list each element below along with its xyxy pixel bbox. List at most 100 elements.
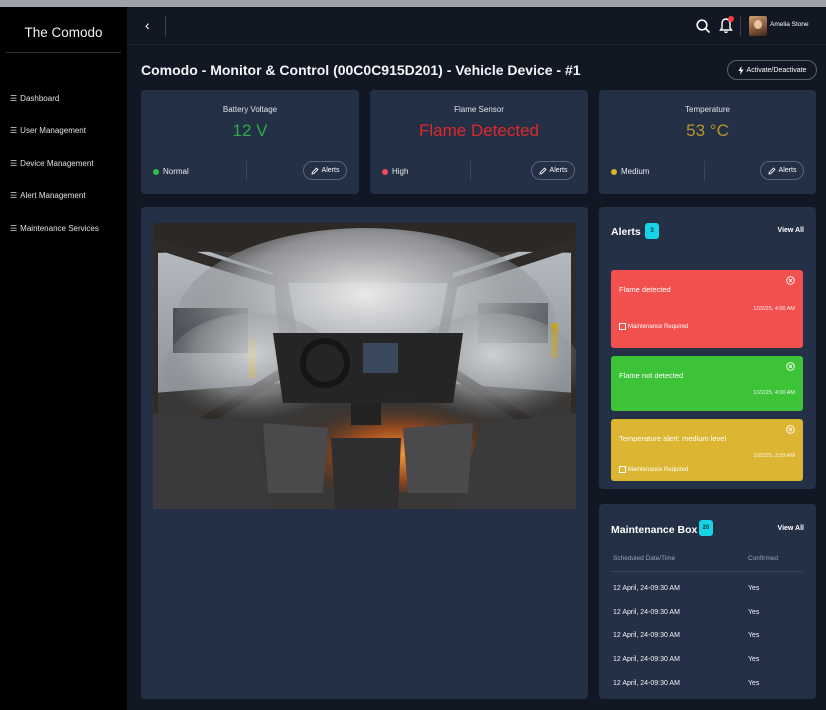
alerts-button[interactable]: Alerts [760, 161, 804, 180]
activate-deactivate-button[interactable]: Activate/Deactivate [727, 60, 817, 80]
stat-value: 12 V [232, 121, 268, 140]
alerts-title: Alerts [611, 226, 641, 238]
stat-title: Battery Voltage [222, 105, 278, 114]
alerts-button[interactable]: Alerts [531, 161, 575, 180]
alert-text: Temperature alert: medium level [619, 434, 727, 443]
alerts-button-label: Alerts [321, 167, 340, 174]
divider [246, 161, 247, 181]
page-title: Comodo - Monitor & Control (00C0C915D201… [141, 62, 581, 78]
sidebar: The Comodo ☰ Dashboard ☰ User Management… [0, 7, 127, 710]
table-cell-date: 12 April, 24-09:30 AM [613, 632, 680, 639]
table-cell-confirmed: Yes [748, 680, 760, 687]
search-icon[interactable] [695, 18, 711, 34]
pencil-icon [538, 166, 547, 175]
alerts-panel: Alerts 3 View All Flame detected 1/22/25… [599, 207, 816, 489]
divider [470, 161, 471, 181]
alert-time: 1/22/25, 4:00 AM [753, 390, 795, 396]
sidebar-item-label: User Management [20, 126, 86, 136]
alert-time: 1/22/25, 4:00 AM [753, 306, 795, 312]
list-icon: ☰ [10, 223, 18, 233]
sidebar-nav: ☰ Dashboard ☰ User Management ☰ Device M… [10, 82, 127, 245]
sidebar-item-label: Device Management [20, 158, 94, 168]
camera-feed-card [141, 207, 588, 699]
close-icon[interactable] [786, 362, 795, 371]
top-bar: ‹ Amelia Stone [127, 7, 826, 45]
user-name[interactable]: Amelia Stone [770, 21, 809, 28]
alerts-button[interactable]: Alerts [303, 161, 347, 180]
maintenance-required-label: Maintenance Required [628, 323, 689, 330]
stat-status-label: High [392, 167, 409, 176]
activate-deactivate-label: Activate/Deactivate [746, 66, 807, 74]
vehicle-camera-image [153, 223, 576, 509]
table-cell-date: 12 April, 24-09:30 AM [613, 656, 680, 663]
maintenance-required[interactable]: Maintenance Required [619, 466, 688, 473]
alert-card[interactable]: Temperature alert: medium level 1/22/25,… [611, 419, 803, 481]
pencil-icon [310, 166, 319, 175]
maintenance-required-label: Maintenance Required [628, 466, 689, 473]
notification-dot [728, 16, 734, 22]
close-icon[interactable] [786, 276, 795, 285]
sidebar-item-user-management[interactable]: ☰ User Management [10, 115, 127, 148]
alert-card[interactable]: Flame detected 1/22/25, 4:00 AM Maintena… [611, 270, 803, 348]
table-cell-confirmed: Yes [748, 632, 760, 639]
sidebar-item-device-management[interactable]: ☰ Device Management [10, 147, 127, 180]
maintenance-panel: Maintenance Box 20 View All Scheduled Da… [599, 504, 816, 699]
chevron-left-icon[interactable]: ‹ [145, 17, 150, 33]
status-dot [382, 168, 388, 175]
table-cell-date: 12 April, 24-09:30 AM [613, 585, 680, 592]
close-icon[interactable] [786, 425, 795, 434]
avatar[interactable] [749, 16, 767, 36]
battery-voltage-card: Battery Voltage 12 V Normal Alerts [141, 90, 359, 194]
temperature-card: Temperature 53 °C Medium Alerts [599, 90, 816, 194]
table-cell-confirmed: Yes [748, 609, 760, 616]
table-cell-confirmed: Yes [748, 656, 760, 663]
table-cell-date: 12 April, 24-09:30 AM [613, 680, 680, 687]
sidebar-item-alert-management[interactable]: ☰ Alert Management [10, 180, 127, 213]
pencil-icon [767, 166, 776, 175]
divider [165, 16, 166, 36]
stat-value: Flame Detected [419, 121, 539, 140]
table-cell-confirmed: Yes [748, 585, 760, 592]
maintenance-title: Maintenance Box [611, 524, 698, 536]
status-dot [611, 168, 617, 175]
stat-title: Temperature [685, 105, 730, 114]
alert-card[interactable]: Flame not detected 1/22/25, 4:00 AM [611, 356, 803, 411]
table-cell-date: 12 April, 24-09:30 AM [613, 609, 680, 616]
divider [740, 16, 741, 36]
maintenance-view-all-link[interactable]: View All [778, 525, 804, 532]
status-dot [153, 168, 159, 175]
stat-value: 53 °C [686, 121, 729, 140]
alerts-button-label: Alerts [549, 167, 568, 174]
list-icon: ☰ [10, 158, 18, 168]
divider [611, 571, 803, 572]
column-header-confirmed: Confirmed [748, 555, 778, 562]
alert-text: Flame detected [619, 285, 671, 294]
checkbox[interactable] [619, 466, 626, 473]
alerts-view-all-link[interactable]: View All [778, 227, 804, 234]
checkbox[interactable] [619, 323, 626, 330]
sidebar-item-label: Alert Management [20, 191, 86, 201]
list-icon: ☰ [10, 126, 18, 136]
stat-status-label: Normal [163, 167, 189, 176]
column-header-date: Scheduled Date/Time [613, 555, 676, 562]
stat-status: High [382, 167, 408, 176]
sidebar-item-label: Dashboard [20, 93, 60, 103]
maintenance-count-badge: 20 [699, 520, 713, 536]
alerts-button-label: Alerts [778, 167, 797, 174]
stat-status-label: Medium [621, 167, 650, 176]
main-content: ‹ Amelia Stone Comodo - Monitor & Contro… [127, 7, 826, 710]
stat-status: Medium [611, 167, 649, 176]
alerts-count-badge: 3 [645, 223, 659, 239]
divider [704, 161, 705, 181]
bolt-icon [738, 65, 744, 75]
stat-status: Normal [153, 167, 189, 176]
sidebar-item-maintenance-services[interactable]: ☰ Maintenance Services [10, 212, 127, 245]
list-icon: ☰ [10, 191, 18, 201]
brand-title: The Comodo [6, 15, 121, 53]
alert-time: 1/22/25, 3:59 AM [753, 453, 795, 459]
list-icon: ☰ [10, 93, 18, 103]
sidebar-item-dashboard[interactable]: ☰ Dashboard [10, 82, 127, 115]
maintenance-required[interactable]: Maintenance Required [619, 323, 688, 330]
window-top-strip [0, 0, 826, 7]
alert-text: Flame not detected [619, 371, 684, 380]
